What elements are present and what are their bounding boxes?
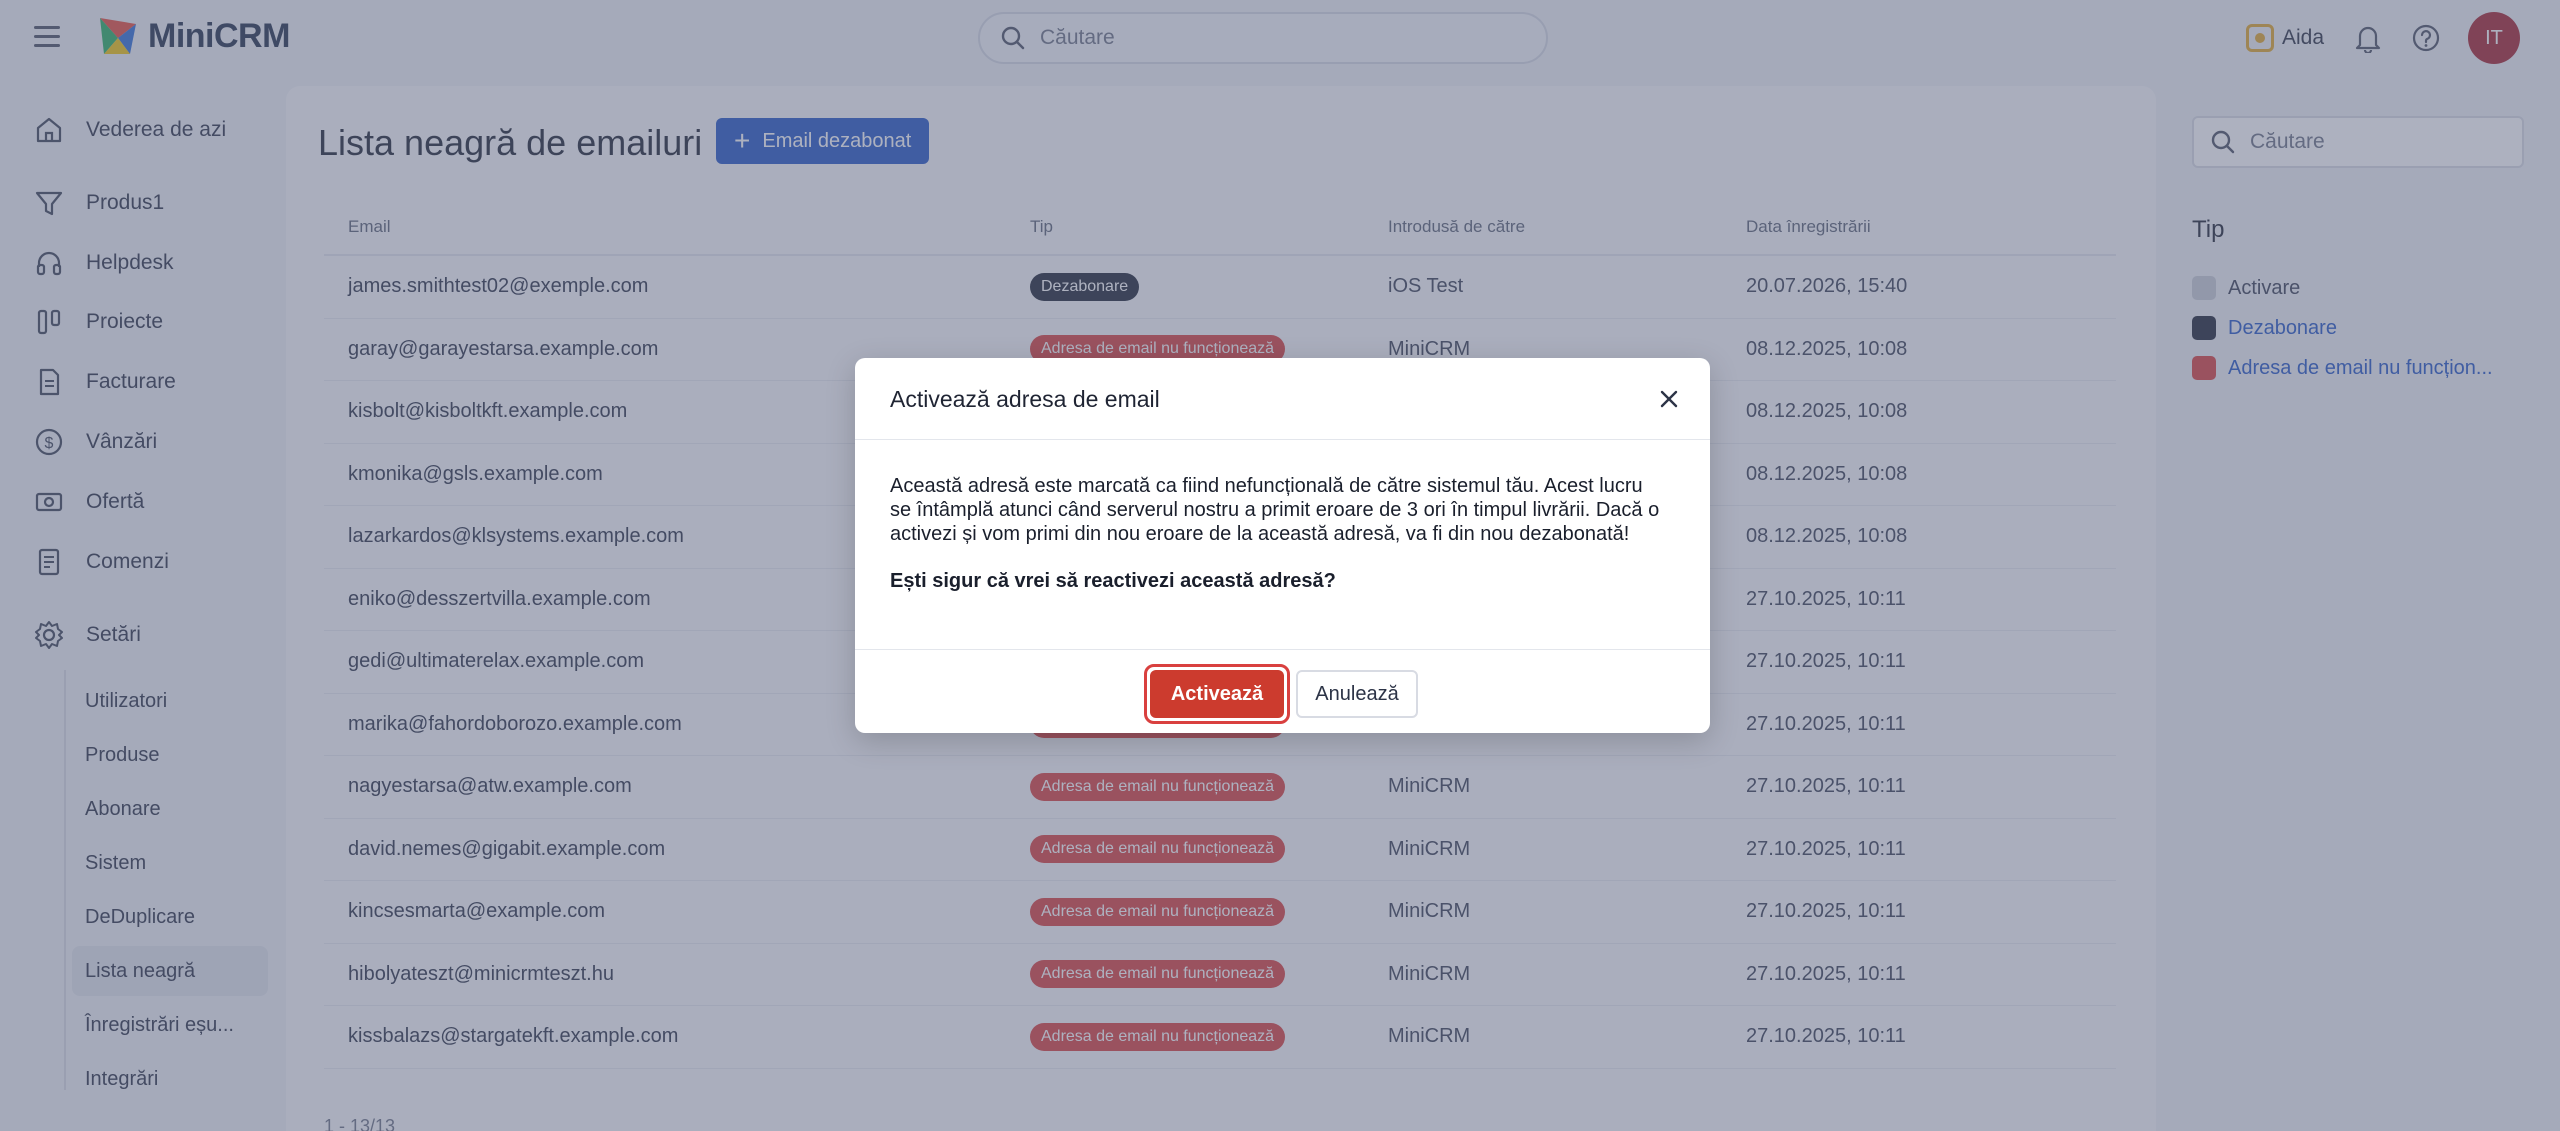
dialog-body: Această adresă este marcată ca fiind nef… [855, 440, 1710, 650]
dialog-header: Activează adresa de email [855, 358, 1710, 440]
dialog-message: Această adresă este marcată ca fiind nef… [890, 475, 1660, 545]
activate-email-dialog: Activează adresa de email Această adresă… [855, 358, 1710, 733]
dialog-footer: Activează Anulează [855, 650, 1710, 732]
activate-button[interactable]: Activează [1150, 670, 1284, 718]
close-icon[interactable] [1654, 384, 1684, 414]
cancel-button[interactable]: Anulează [1296, 670, 1418, 718]
dialog-question: Ești sigur că vrei să reactivezi această… [890, 570, 1336, 592]
dialog-title: Activează adresa de email [890, 386, 1160, 412]
